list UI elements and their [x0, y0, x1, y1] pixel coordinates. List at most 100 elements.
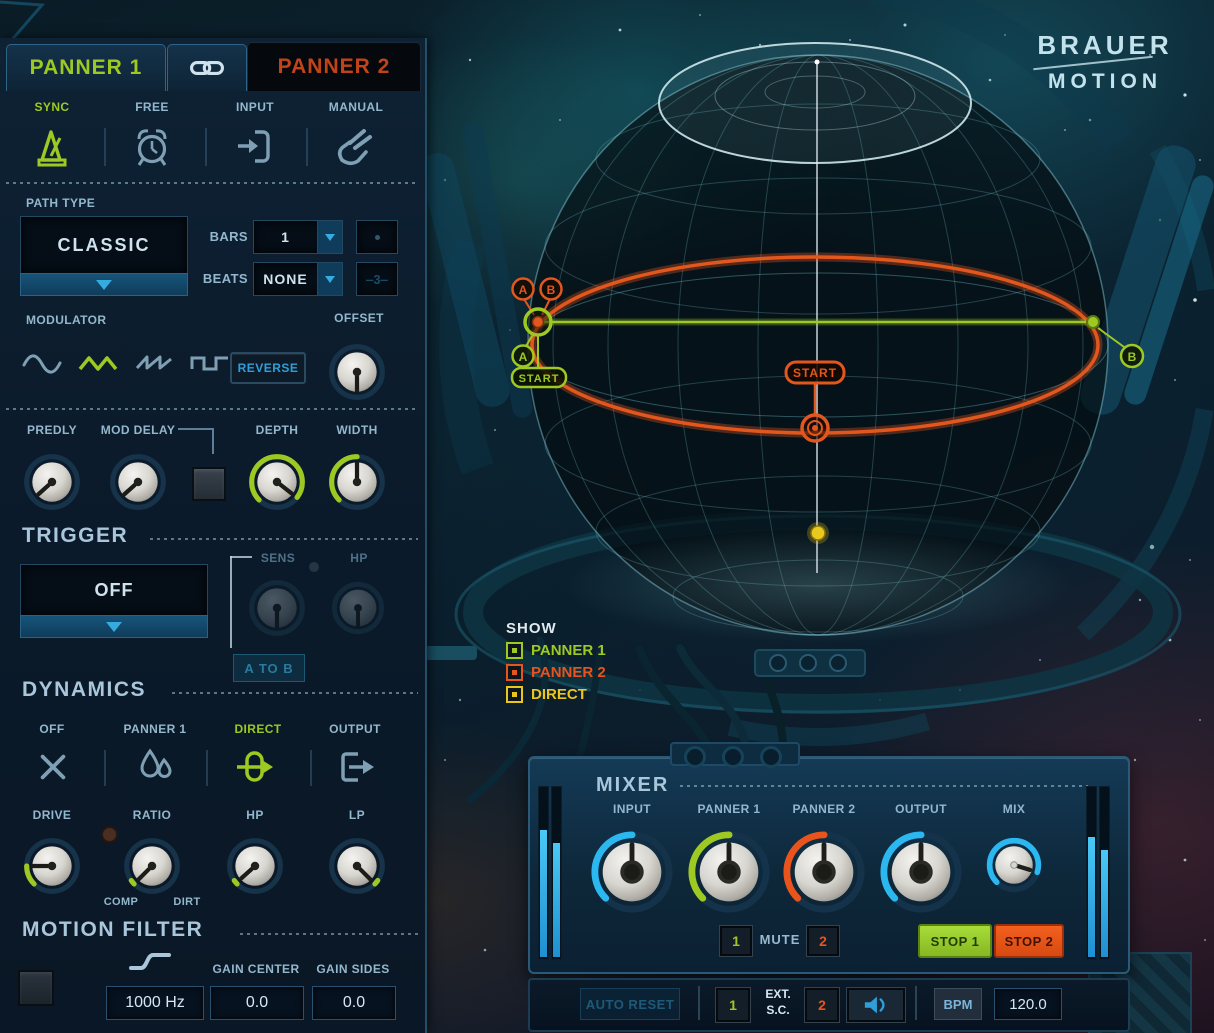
mode-free-label: FREE: [135, 100, 169, 114]
depth-knob[interactable]: [247, 452, 307, 512]
input-mode-button[interactable]: [233, 124, 277, 170]
gain-center-field[interactable]: 0.0: [210, 986, 304, 1020]
mod-delay-toggle[interactable]: [192, 467, 226, 501]
mod-delay-knob[interactable]: [108, 452, 168, 512]
ratio-knob[interactable]: [122, 836, 182, 896]
mode-divider: [205, 128, 207, 166]
trigger-header: TRIGGER: [22, 524, 129, 547]
section-divider: [150, 538, 418, 540]
stop-2-button[interactable]: STOP 2: [994, 924, 1064, 958]
drive-led: [101, 826, 118, 843]
mod-delay-bracket: [178, 428, 214, 430]
wave-saw-button[interactable]: [134, 351, 174, 377]
trigger-hp-knob[interactable]: [330, 580, 386, 636]
output-arrow-icon: [341, 752, 374, 782]
mixer-panner1-knob[interactable]: [686, 829, 772, 915]
direct-route-icon: [237, 751, 273, 782]
dyn-direct-button[interactable]: [236, 748, 276, 786]
beats-dropdown[interactable]: [317, 263, 342, 295]
path-type-select[interactable]: CLASSIC: [20, 216, 188, 274]
auto-reset-button[interactable]: AUTO RESET: [580, 988, 680, 1020]
section-divider: [172, 692, 418, 694]
filter-freq-field[interactable]: 1000 Hz: [106, 986, 204, 1020]
mixer-input-knob[interactable]: [589, 829, 675, 915]
mute-1-button[interactable]: 1: [720, 926, 752, 956]
triplet-button[interactable]: ‒3‒: [356, 262, 398, 296]
ext-sc-1-button[interactable]: 1: [716, 988, 750, 1022]
reverse-label: REVERSE: [237, 361, 299, 375]
predly-knob[interactable]: [22, 452, 82, 512]
stop-1-button[interactable]: STOP 1: [918, 924, 992, 958]
mixer-input-label: INPUT: [613, 802, 651, 816]
show-legend: SHOW PANNER 1 PANNER 2 DIRECT: [506, 620, 686, 703]
transport-divider: [915, 986, 917, 1020]
gain-sides-field[interactable]: 0.0: [312, 986, 396, 1020]
dyn-output-button[interactable]: [336, 748, 376, 786]
tab-panner2[interactable]: PANNER 2: [247, 42, 421, 91]
water-drops-icon: [140, 748, 172, 778]
show-panner2-checkbox[interactable]: [506, 664, 523, 681]
manual-mode-button[interactable]: [332, 124, 378, 170]
trigger-select[interactable]: OFF: [20, 564, 208, 616]
show-panner1-row[interactable]: PANNER 1: [506, 642, 686, 659]
trigger-dropdown[interactable]: [20, 615, 208, 638]
show-direct-checkbox[interactable]: [506, 686, 523, 703]
free-mode-button[interactable]: [130, 124, 174, 170]
drive-knob[interactable]: [22, 836, 82, 896]
bpm-button[interactable]: BPM: [934, 988, 982, 1020]
path-type-dropdown[interactable]: [20, 273, 188, 296]
dyn-panner1-button[interactable]: [136, 746, 174, 786]
show-panner1-label: PANNER 1: [531, 642, 606, 659]
show-direct-row[interactable]: DIRECT: [506, 686, 686, 703]
a-to-b-button[interactable]: A TO B: [233, 654, 305, 682]
marker-b-orange-label: B: [547, 283, 556, 297]
dot-button[interactable]: [356, 220, 398, 254]
mode-manual-label: MANUAL: [328, 100, 384, 114]
sens-knob[interactable]: [247, 578, 307, 638]
dyn-off-button[interactable]: [36, 750, 70, 784]
ext-sc-2-button[interactable]: 2: [805, 988, 839, 1022]
show-panner2-row[interactable]: PANNER 2: [506, 664, 686, 681]
mod-delay-bracket: [212, 428, 214, 454]
show-panner1-checkbox[interactable]: [506, 642, 523, 659]
trigger-bracket: [230, 556, 252, 558]
tab-panner1[interactable]: PANNER 1: [6, 44, 166, 91]
offset-knob[interactable]: [327, 342, 387, 402]
wave-triangle-button[interactable]: [78, 351, 118, 377]
mixer-panner2-knob[interactable]: [781, 829, 867, 915]
ext-sc-1-label: 1: [729, 997, 737, 1013]
panner1-right-node[interactable]: [1086, 315, 1100, 329]
filter-freq-value: 1000 Hz: [125, 994, 185, 1011]
audition-button[interactable]: [847, 988, 905, 1022]
width-knob[interactable]: [327, 452, 387, 512]
offset-label: OFFSET: [334, 311, 384, 325]
mixer-header: MIXER: [596, 774, 670, 796]
mixer-mix-knob[interactable]: [984, 835, 1044, 895]
hp-knob[interactable]: [225, 836, 285, 896]
lp-knob[interactable]: [327, 836, 387, 896]
dyn-output-label: OUTPUT: [329, 722, 381, 736]
bars-select[interactable]: 1: [253, 220, 343, 254]
mixer-output-knob[interactable]: [878, 829, 964, 915]
sync-mode-button[interactable]: [30, 124, 74, 170]
brand-logo: BRAUER MOTION: [1015, 30, 1195, 94]
wave-sine-button[interactable]: [22, 351, 62, 377]
speaker-icon: [864, 996, 885, 1014]
bpm-field[interactable]: 120.0: [994, 988, 1062, 1020]
bars-dropdown[interactable]: [317, 221, 342, 253]
mute-2-button[interactable]: 2: [807, 926, 839, 956]
reverse-button[interactable]: REVERSE: [230, 352, 306, 384]
dyn-direct-label: DIRECT: [234, 722, 282, 736]
path-type-label: PATH TYPE: [26, 196, 96, 210]
dyn-divider: [206, 750, 208, 786]
tab-panner1-label: PANNER 1: [29, 56, 143, 79]
show-label: SHOW: [506, 620, 557, 637]
beats-select[interactable]: NONE: [253, 262, 343, 296]
dot-icon: [374, 234, 380, 240]
transport-divider: [698, 986, 700, 1020]
tab-link[interactable]: [167, 44, 247, 91]
motion-filter-toggle[interactable]: [18, 970, 54, 1006]
start-pill-orange-label: START: [793, 366, 837, 380]
wave-square-button[interactable]: [190, 351, 230, 377]
output-meter-l: [1086, 786, 1097, 960]
